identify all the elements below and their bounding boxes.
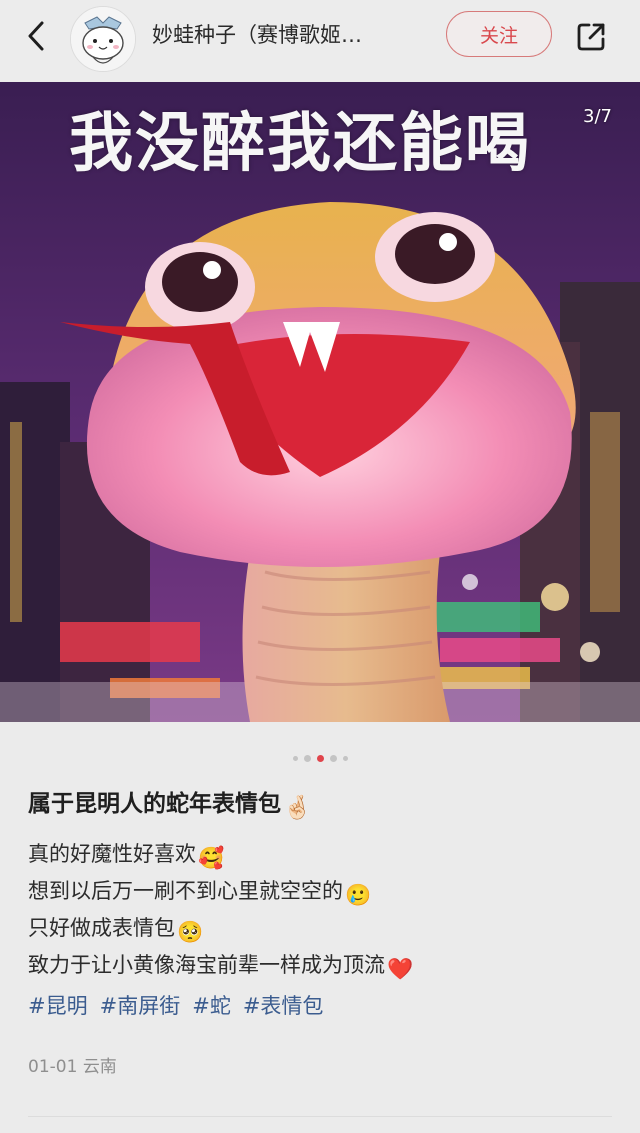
chevron-left-icon — [28, 21, 44, 51]
hashtag-link[interactable]: #南屏街 — [100, 988, 181, 1024]
avatar-cartoon-icon — [71, 7, 135, 71]
hashtag-list: #昆明 #南屏街 #蛇 #表情包 — [28, 988, 323, 1024]
divider — [28, 1116, 612, 1117]
carousel-dot[interactable] — [329, 754, 337, 762]
post-date: 01-01 — [28, 1057, 78, 1077]
follow-button[interactable]: 关注 — [446, 11, 552, 57]
carousel-dot[interactable] — [342, 755, 348, 761]
author-avatar[interactable] — [70, 6, 136, 72]
top-bar: 妙蛙种子（赛博歌姬… 关注 — [0, 0, 640, 80]
post-body-line: 致力于让小黄像海宝前辈一样成为顶流❤️ — [28, 947, 618, 984]
post-detail-screen: 妙蛙种子（赛博歌姬… 关注 我没醉我还能喝 3/7 属于昆明人的蛇年表情包🤞🏻 … — [0, 0, 640, 1133]
body-line-text: 想到以后万一刷不到心里就空空的 — [28, 879, 343, 903]
smiling-tear-emoji-icon: 🥲 — [345, 883, 372, 907]
post-location: 云南 — [82, 1057, 117, 1077]
hashtag-link[interactable]: #蛇 — [192, 988, 231, 1024]
hashtag-link[interactable]: #昆明 — [28, 988, 88, 1024]
carousel-dot[interactable] — [303, 754, 311, 762]
post-body-line: 真的好魔性好喜欢🥰 — [28, 836, 618, 873]
meme-caption: 我没醉我还能喝 — [69, 107, 531, 181]
hashtag-link[interactable]: #表情包 — [243, 988, 324, 1024]
red-heart-emoji-icon: ❤️ — [387, 957, 414, 981]
share-button[interactable] — [572, 18, 610, 56]
crossed-fingers-emoji-icon: 🤞🏻 — [283, 795, 312, 821]
back-button[interactable] — [18, 18, 54, 54]
post-meta: 01-01 云南 — [28, 1052, 117, 1082]
body-line-text: 致力于让小黄像海宝前辈一样成为顶流 — [28, 953, 385, 977]
post-body: 真的好魔性好喜欢🥰 想到以后万一刷不到心里就空空的🥲 只好做成表情包🥺 致力于让… — [28, 836, 618, 984]
post-image[interactable]: 我没醉我还能喝 3/7 — [0, 82, 640, 722]
post-title-text: 属于昆明人的蛇年表情包 — [28, 791, 281, 817]
post-title: 属于昆明人的蛇年表情包🤞🏻 — [28, 786, 312, 826]
carousel-dot-active[interactable] — [316, 754, 324, 762]
carousel-dot[interactable] — [292, 755, 298, 761]
body-line-text: 只好做成表情包 — [28, 916, 175, 940]
post-body-line: 只好做成表情包🥺 — [28, 910, 618, 947]
share-external-icon — [577, 23, 605, 51]
pleading-face-emoji-icon: 🥺 — [177, 920, 204, 944]
image-page-counter: 3/7 — [583, 106, 612, 127]
post-body-line: 想到以后万一刷不到心里就空空的🥲 — [28, 873, 618, 910]
body-line-text: 真的好魔性好喜欢 — [28, 842, 196, 866]
author-name[interactable]: 妙蛙种子（赛博歌姬… — [152, 20, 422, 50]
smiling-hearts-emoji-icon: 🥰 — [198, 846, 225, 870]
carousel-indicator[interactable] — [0, 752, 640, 764]
